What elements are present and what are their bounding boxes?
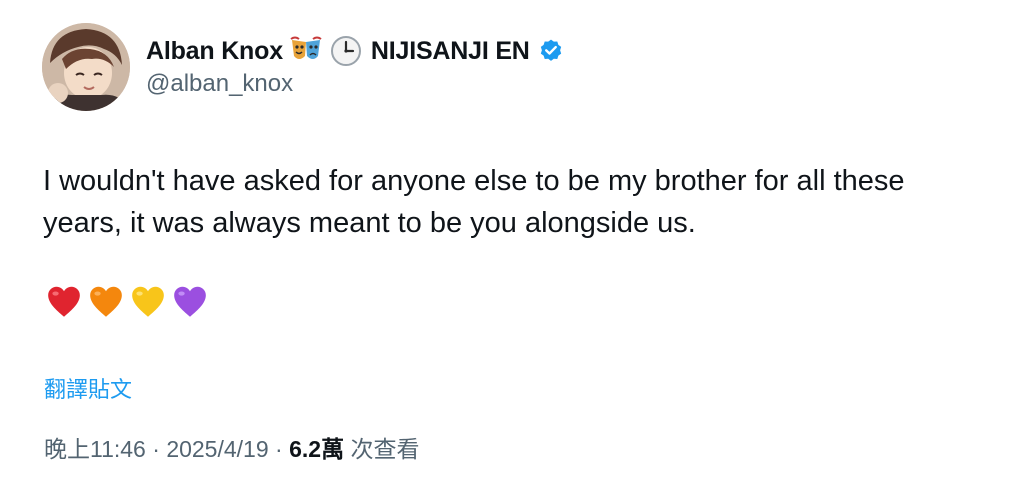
performing-arts-icon	[289, 34, 323, 68]
tweet-card: Alban Knox NIJISANJI EN @alban_knox I wo…	[0, 0, 1024, 485]
author-name-line[interactable]: Alban Knox NIJISANJI EN	[146, 34, 564, 68]
red-heart-icon	[48, 286, 80, 317]
views-label: 次查看	[344, 436, 420, 462]
translate-post-link[interactable]: 翻譯貼文	[44, 372, 132, 404]
tweet-text: I wouldn't have asked for anyone else to…	[43, 165, 905, 239]
tweet-meta: 晚上11:46 · 2025/4/19 · 6.2萬 次查看	[44, 430, 419, 464]
views-count: 6.2萬	[289, 436, 345, 462]
avatar[interactable]	[42, 23, 130, 111]
author-handle[interactable]: @alban_knox	[146, 70, 293, 98]
emoji-row	[45, 283, 209, 321]
meta-separator: ·	[268, 436, 290, 462]
verified-badge-icon[interactable]	[538, 38, 564, 64]
purple-heart-icon	[174, 286, 206, 317]
yellow-heart-icon	[132, 286, 164, 317]
tweet-date[interactable]: 2025/4/19	[166, 436, 268, 462]
orange-heart-icon	[90, 286, 122, 317]
author-display-name[interactable]: Alban Knox	[146, 37, 283, 66]
author-affiliation: NIJISANJI EN	[370, 36, 530, 65]
clock-icon	[329, 34, 363, 68]
tweet-time[interactable]: 晚上11:46	[44, 436, 146, 462]
meta-separator: ·	[145, 436, 167, 462]
